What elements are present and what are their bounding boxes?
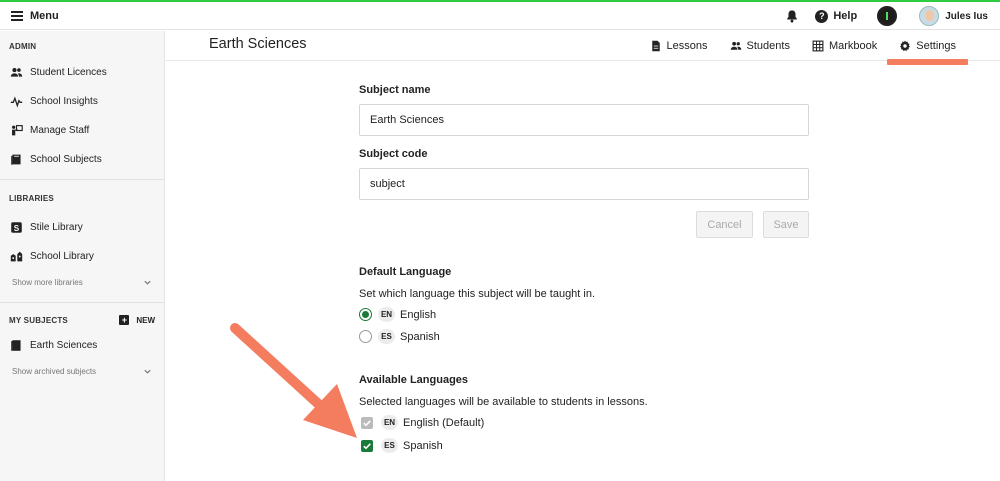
show-more-libraries-label: Show more libraries	[12, 277, 83, 287]
new-label: NEW	[136, 315, 155, 325]
default-language-heading: Default Language	[359, 266, 452, 278]
default-language-description: Set which language this subject will be …	[359, 288, 596, 300]
save-button[interactable]: Save	[763, 211, 809, 238]
user-menu[interactable]: Jules Ius	[919, 6, 988, 26]
plus-icon: +	[119, 315, 130, 325]
hamburger-icon	[11, 10, 23, 21]
menu-button[interactable]: Menu	[11, 10, 59, 22]
avatar	[919, 6, 940, 26]
available-language-spanish[interactable]: ES Spanish	[361, 438, 443, 453]
language-name: Spanish	[403, 439, 443, 452]
sidebar-item-earth-sciences[interactable]: Earth Sciences	[0, 331, 164, 360]
page-title: Earth Sciences	[209, 36, 307, 52]
available-language-english: EN English (Default)	[361, 415, 484, 430]
sidebar-item-label: School Insights	[30, 96, 98, 107]
help-button[interactable]: ? Help	[815, 9, 858, 23]
annotation-arrow-icon	[230, 323, 357, 438]
default-language-option-spanish[interactable]: ES Spanish	[359, 329, 440, 344]
sidebar-item-label: School Library	[30, 251, 94, 262]
tab-label: Markbook	[828, 40, 878, 52]
language-name: Spanish	[400, 330, 440, 343]
sidebar-item-label: Stile Library	[30, 222, 83, 233]
language-code-badge: ES	[378, 329, 395, 344]
sidebar-item-label: School Subjects	[30, 154, 102, 165]
gear-icon	[900, 40, 911, 52]
my-subjects-header: MY SUBJECTS + NEW	[0, 309, 164, 331]
pulse-icon	[10, 96, 23, 108]
subject-name-input[interactable]	[359, 104, 809, 136]
sidebar-item-student-licences[interactable]: Student Licences	[0, 58, 164, 87]
school-icon	[10, 251, 23, 262]
cancel-button[interactable]: Cancel	[696, 211, 753, 238]
grid-icon	[812, 40, 824, 52]
tab-settings[interactable]: Settings	[887, 31, 968, 65]
subject-code-input[interactable]	[359, 168, 809, 200]
tab-label: Students	[746, 40, 790, 52]
language-name: English (Default)	[403, 416, 485, 429]
available-languages-description: Selected languages will be available to …	[359, 396, 648, 408]
my-subjects-heading: MY SUBJECTS	[9, 315, 68, 325]
book-icon	[11, 340, 21, 351]
stile-icon: S	[11, 222, 22, 233]
new-subject-button[interactable]: + NEW	[119, 315, 155, 325]
available-languages-heading: Available Languages	[359, 374, 469, 386]
sidebar-item-school-library[interactable]: School Library	[0, 242, 164, 271]
tab-students[interactable]: Students	[730, 31, 790, 61]
tab-label: Settings	[916, 40, 956, 52]
tab-markbook[interactable]: Markbook	[812, 31, 877, 61]
books-icon	[11, 154, 21, 165]
subject-header: Earth Sciences Lessons Students Markbook…	[166, 31, 1000, 65]
people-icon	[730, 41, 741, 50]
language-code-badge: EN	[378, 307, 395, 322]
sidebar-item-label: Student Licences	[30, 67, 107, 78]
menu-label: Menu	[30, 9, 59, 22]
people-icon	[10, 68, 23, 77]
default-language-option-english[interactable]: EN English	[359, 307, 436, 322]
tab-lessons[interactable]: Lessons	[650, 31, 708, 61]
timer-icon[interactable]	[877, 6, 898, 26]
admin-heading: ADMIN	[9, 42, 37, 51]
language-code-badge: ES	[381, 438, 398, 453]
subject-name-label: Subject name	[359, 84, 431, 96]
chevron-down-icon	[144, 369, 151, 374]
chevron-down-icon	[144, 280, 151, 285]
sidebar-item-label: Manage Staff	[30, 125, 90, 136]
sidebar-item-manage-staff[interactable]: Manage Staff	[0, 116, 164, 145]
bell-icon[interactable]	[785, 9, 799, 23]
subject-tabs: Lessons Students Markbook Settings	[628, 31, 968, 65]
language-name: English	[400, 308, 437, 321]
user-name: Jules Ius	[945, 10, 988, 22]
show-more-libraries[interactable]: Show more libraries	[0, 271, 164, 293]
svg-text:S: S	[14, 224, 20, 233]
language-code-badge: EN	[381, 415, 398, 430]
sidebar-item-school-subjects[interactable]: School Subjects	[0, 145, 164, 174]
sidebar-item-school-insights[interactable]: School Insights	[0, 87, 164, 116]
show-archived-subjects[interactable]: Show archived subjects	[0, 360, 164, 382]
sidebar-item-stile-library[interactable]: S Stile Library	[0, 213, 164, 242]
sidebar-item-label: Earth Sciences	[30, 340, 98, 351]
document-icon	[651, 40, 660, 52]
top-bar: Menu ? Help Jules Ius	[0, 2, 1000, 30]
staff-icon	[12, 125, 23, 136]
show-archived-label: Show archived subjects	[12, 366, 97, 376]
tab-label: Lessons	[666, 40, 708, 52]
libraries-heading: LIBRARIES	[9, 194, 54, 203]
help-icon: ?	[815, 9, 829, 23]
subject-code-label: Subject code	[359, 148, 428, 160]
sidebar: ADMIN Student Licences School Insights M…	[0, 31, 165, 481]
sidebar-divider	[0, 302, 164, 303]
help-label: Help	[833, 10, 858, 22]
